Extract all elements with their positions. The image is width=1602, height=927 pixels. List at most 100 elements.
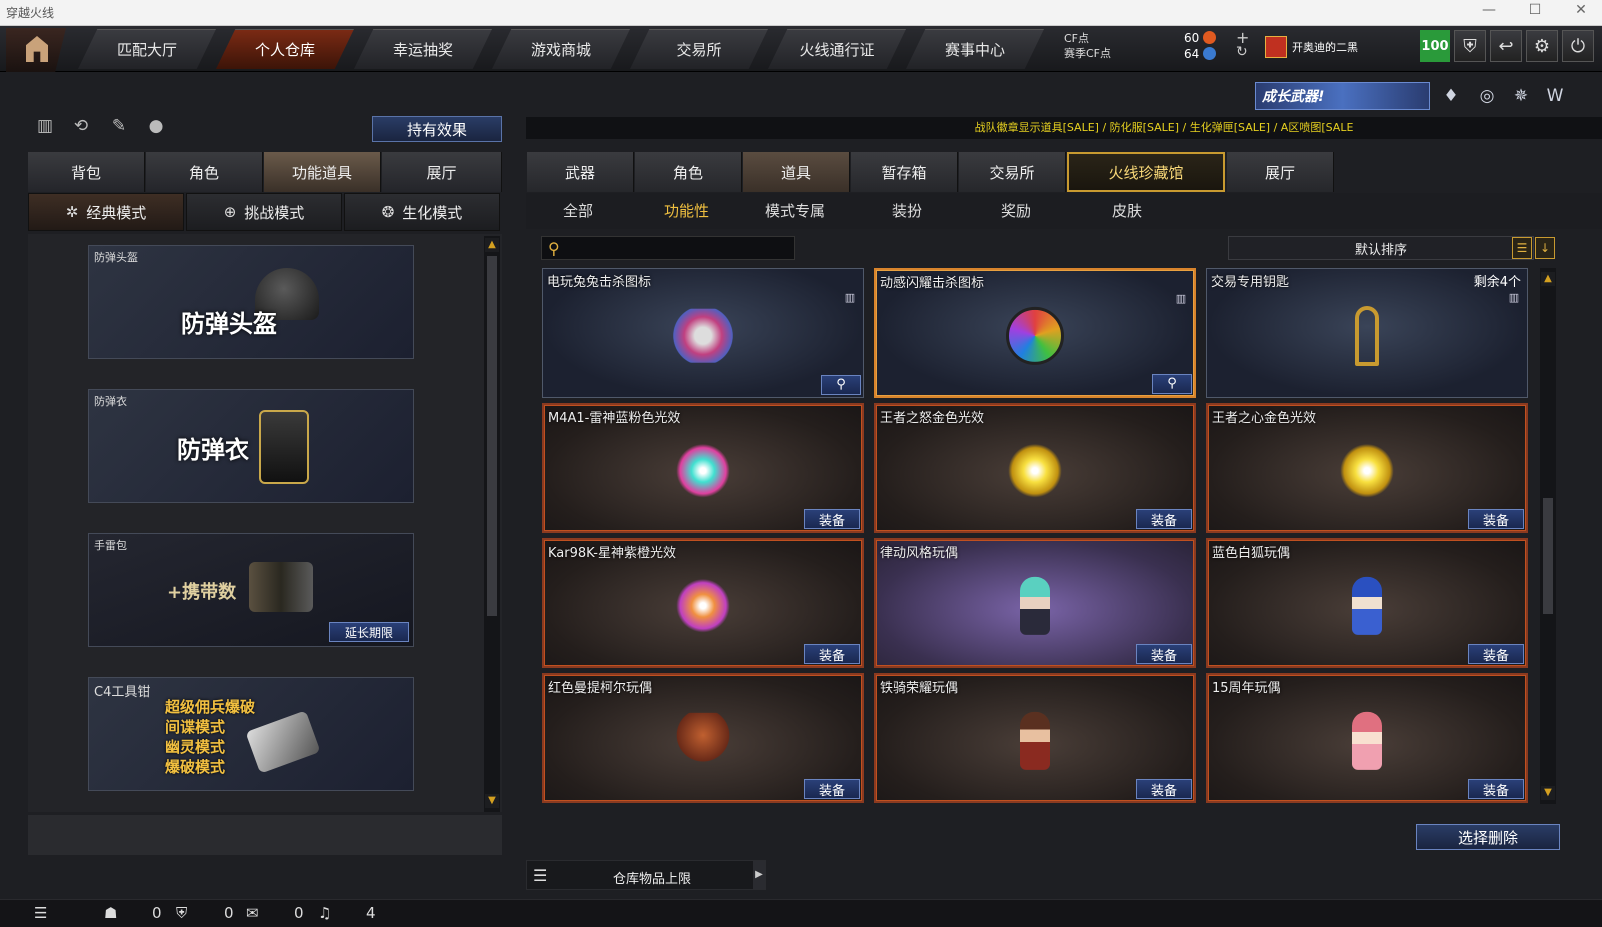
maximize-icon[interactable]: ☐: [1524, 2, 1546, 22]
refresh-icon[interactable]: ↻: [1236, 44, 1248, 60]
stats-icon[interactable]: ▥: [34, 116, 56, 138]
scroll-thumb[interactable]: [1543, 498, 1553, 614]
list-view-icon[interactable]: ☰: [1512, 237, 1532, 259]
scroll-up-icon[interactable]: ▲: [1541, 272, 1555, 286]
return-icon[interactable]: ↩: [1490, 30, 1522, 62]
item-grid-scrollbar[interactable]: ▲ ▼: [1540, 268, 1556, 804]
crest-icon[interactable]: ✵: [1508, 86, 1534, 110]
item-grenade-pack[interactable]: 手雷包 +携带数 延长期限: [88, 533, 414, 647]
hold-effects-button[interactable]: 持有效果: [372, 116, 502, 142]
user-profile[interactable]: 开奥迪的二黑: [1265, 32, 1405, 62]
nav-tab-shop[interactable]: 游戏商城: [492, 29, 630, 69]
item-card[interactable]: 电玩兔兔击杀图标 ▥ ⚲: [542, 268, 864, 398]
search-input[interactable]: [572, 239, 790, 257]
right-tab-weapons[interactable]: 武器: [527, 152, 634, 192]
warehouse-capacity-bar[interactable]: ☰ 仓库物品上限 ▶: [526, 860, 766, 890]
nav-tab-events[interactable]: 赛事中心: [906, 29, 1044, 69]
item-card[interactable]: 15周年玩偶 装备: [1206, 673, 1528, 803]
w-logo-icon[interactable]: W: [1542, 86, 1568, 110]
extend-duration-button[interactable]: 延长期限: [329, 622, 409, 642]
right-tab-items[interactable]: 道具: [743, 152, 850, 192]
minimize-icon[interactable]: —: [1478, 2, 1500, 22]
scroll-up-icon[interactable]: ▲: [485, 238, 499, 252]
zoom-icon[interactable]: ⚲: [1152, 374, 1192, 394]
subtab-skins[interactable]: 皮肤: [1112, 200, 1142, 221]
expand-arrow-icon[interactable]: ▶: [753, 861, 765, 889]
subtab-dressup[interactable]: 装扮: [892, 200, 922, 221]
globe-icon[interactable]: ◎: [1474, 86, 1500, 110]
item-card[interactable]: 王者之心金色光效 装备: [1206, 403, 1528, 533]
right-tab-character[interactable]: 角色: [635, 152, 742, 192]
nav-tab-lottery[interactable]: 幸运抽奖: [354, 29, 492, 69]
trash-icon[interactable]: ▥: [1507, 291, 1521, 307]
zoom-icon[interactable]: ⚲: [821, 375, 861, 395]
equip-button[interactable]: 装备: [1136, 644, 1192, 664]
guild-icon[interactable]: ⛨: [176, 904, 187, 922]
item-helmet[interactable]: 防弹头盔 防弹头盔: [88, 245, 414, 359]
scroll-down-icon[interactable]: ▼: [485, 794, 499, 808]
item-card[interactable]: 律动风格玩偶 装备: [874, 538, 1196, 668]
item-card[interactable]: M4A1-雷神蓝粉色光效 装备: [542, 403, 864, 533]
nav-tab-lobby[interactable]: 匹配大厅: [78, 29, 216, 69]
chat-icon[interactable]: ✉: [246, 904, 259, 922]
nav-tab-exchange[interactable]: 交易所: [630, 29, 768, 69]
equip-button[interactable]: 装备: [1468, 644, 1524, 664]
item-card[interactable]: Kar98K-星神紫橙光效 装备: [542, 538, 864, 668]
equip-button[interactable]: 装备: [804, 644, 860, 664]
subtab-functional[interactable]: 功能性: [664, 200, 709, 221]
subtab-mode-exclusive[interactable]: 模式专属: [765, 200, 825, 221]
right-tab-storage[interactable]: 暂存箱: [851, 152, 958, 192]
shield-icon[interactable]: ⛨: [1454, 30, 1486, 62]
item-c4-pliers[interactable]: C4工具钳 超级佣兵爆破 间谍模式 幽灵模式 爆破模式: [88, 677, 414, 791]
gear-icon[interactable]: ⚙: [1526, 30, 1558, 62]
subtab-all[interactable]: 全部: [563, 200, 593, 221]
scroll-thumb[interactable]: [487, 256, 497, 616]
trash-icon[interactable]: ▥: [843, 291, 857, 307]
grenade-icon[interactable]: ●: [145, 116, 167, 138]
right-tab-exchange[interactable]: 交易所: [959, 152, 1066, 192]
left-tab-bag[interactable]: 背包: [28, 152, 145, 192]
equip-button[interactable]: 装备: [1468, 509, 1524, 529]
item-card[interactable]: 动感闪耀击杀图标 ▥ ⚲: [874, 268, 1196, 398]
item-vest[interactable]: 防弹衣 防弹衣: [88, 389, 414, 503]
scroll-down-icon[interactable]: ▼: [1541, 786, 1555, 800]
equip-button[interactable]: 装备: [804, 509, 860, 529]
left-tab-character[interactable]: 角色: [146, 152, 263, 192]
item-card[interactable]: 王者之怒金色光效 装备: [874, 403, 1196, 533]
item-caption: C4工具钳: [94, 685, 151, 700]
sort-dropdown[interactable]: 默认排序: [1228, 236, 1534, 260]
friends-icon[interactable]: ☗: [104, 904, 117, 922]
left-scrollbar[interactable]: ▲ ▼: [484, 236, 500, 812]
close-icon[interactable]: ✕: [1570, 2, 1592, 22]
right-tab-showroom[interactable]: 展厅: [1227, 152, 1334, 192]
left-tab-showroom[interactable]: 展厅: [382, 152, 502, 192]
equip-button[interactable]: 装备: [1136, 509, 1192, 529]
left-tab-function-items[interactable]: 功能道具: [264, 152, 381, 192]
mode-classic[interactable]: ✲ 经典模式: [28, 193, 184, 231]
growth-weapon-banner[interactable]: 成长武器!: [1255, 82, 1430, 110]
equip-button[interactable]: 装备: [1136, 779, 1192, 799]
mode-zombie[interactable]: ❂ 生化模式: [344, 193, 500, 231]
right-tab-collection[interactable]: 火线珍藏馆: [1067, 152, 1225, 192]
character-icon[interactable]: ✎: [108, 116, 130, 138]
power-icon[interactable]: ⏻: [1562, 30, 1594, 62]
menu-icon[interactable]: ☰: [34, 904, 47, 922]
history-icon[interactable]: ⟲: [70, 116, 92, 138]
equip-button[interactable]: 装备: [804, 779, 860, 799]
subtab-rewards[interactable]: 奖励: [1001, 200, 1031, 221]
nav-tab-pass[interactable]: 火线通行证: [768, 29, 906, 69]
delete-selected-button[interactable]: 选择删除: [1416, 824, 1560, 850]
item-card[interactable]: 红色曼提柯尔玩偶 装备: [542, 673, 864, 803]
item-card[interactable]: 交易专用钥匙 剩余4个 ▥: [1206, 268, 1528, 398]
item-caption: 防弹头盔: [94, 251, 138, 264]
nav-tab-warehouse[interactable]: 个人仓库: [216, 29, 354, 69]
equip-button[interactable]: 装备: [1468, 779, 1524, 799]
trash-icon[interactable]: ▥: [1174, 292, 1188, 308]
mode-challenge[interactable]: ⊕ 挑战模式: [186, 193, 342, 231]
speaker-icon[interactable]: ♫: [318, 904, 331, 922]
item-card[interactable]: 蓝色白狐玩偶 装备: [1206, 538, 1528, 668]
v-badge-icon[interactable]: ♦: [1438, 86, 1464, 110]
item-card[interactable]: 铁骑荣耀玩偶 装备: [874, 673, 1196, 803]
search-icon[interactable]: ⚲: [548, 239, 560, 258]
sort-order-icon[interactable]: ↓: [1535, 237, 1555, 259]
